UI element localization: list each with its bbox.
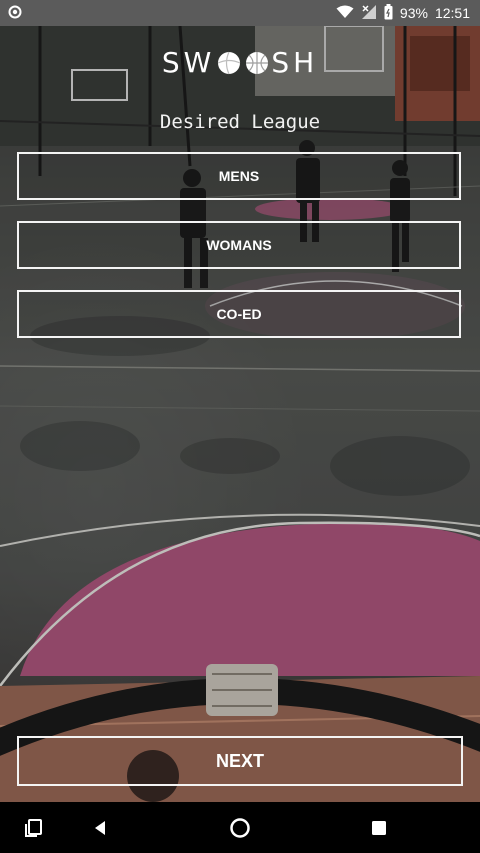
brand-left: SW <box>161 46 216 79</box>
overview-icon[interactable] <box>349 802 409 853</box>
page-subtitle: Desired League <box>159 111 321 133</box>
battery-percent: 93% <box>399 5 428 21</box>
league-coed-label: CO-ED <box>216 306 262 322</box>
league-coed-button[interactable]: CO-ED <box>17 290 461 338</box>
recents-icon[interactable] <box>4 802 64 853</box>
volleyball-icon <box>217 49 241 82</box>
notification-dot-icon <box>8 5 22 22</box>
back-icon[interactable] <box>70 802 130 853</box>
league-mens-label: MENS <box>218 168 260 184</box>
signal-icon <box>361 4 377 23</box>
next-button[interactable]: NEXT <box>17 736 463 786</box>
brand-right: SH <box>271 46 319 79</box>
wifi-icon <box>336 5 354 22</box>
next-label: NEXT <box>215 750 264 771</box>
home-icon[interactable] <box>210 802 270 853</box>
brand-logo: SW SH <box>0 46 480 82</box>
background-court-image <box>0 26 480 802</box>
navigation-bar <box>0 802 480 853</box>
league-womans-button[interactable]: WOMANS <box>17 221 461 269</box>
basketball-icon <box>245 49 269 82</box>
status-bar: 93% 12:51 <box>0 0 480 26</box>
clock: 12:51 <box>434 5 470 21</box>
app-screen: 93% 12:51 SW SH Desired League MENS WOMA… <box>0 0 480 853</box>
battery-icon <box>384 3 393 23</box>
league-mens-button[interactable]: MENS <box>17 152 461 200</box>
league-womans-label: WOMANS <box>206 237 272 253</box>
